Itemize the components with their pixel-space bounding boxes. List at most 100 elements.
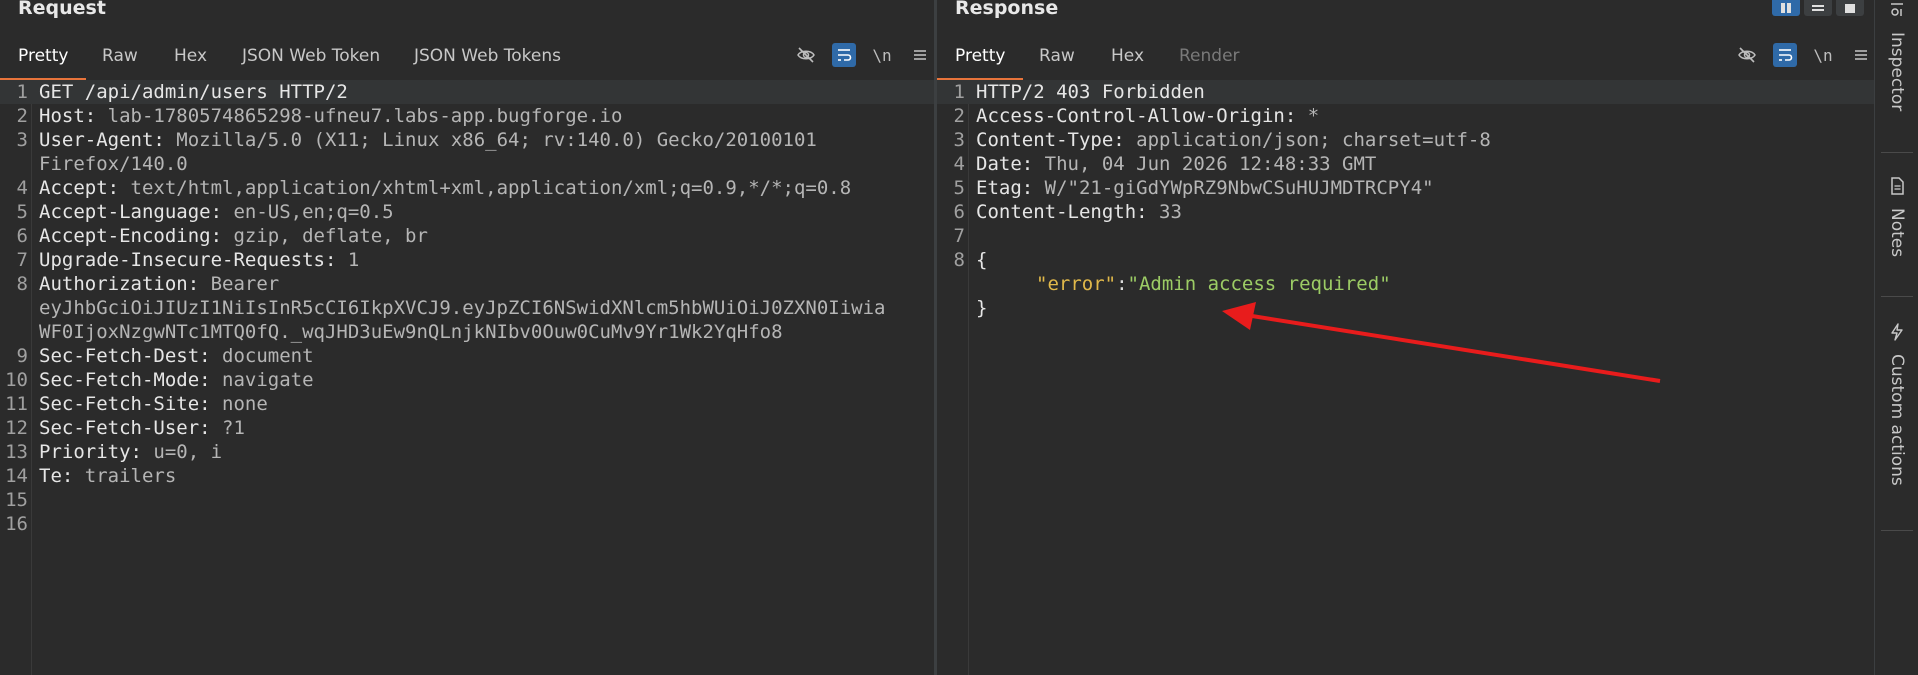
request-tab-pretty[interactable]: Pretty	[0, 38, 87, 81]
line-content: Date: Thu, 04 Jun 2026 12:48:33 GMT	[976, 152, 1376, 176]
response-tab-raw[interactable]: Raw	[1021, 38, 1093, 78]
line-number: 16	[5, 513, 28, 535]
header-name: User-Agent:	[39, 129, 165, 151]
response-toolbar: \n	[1735, 42, 1873, 68]
header-name: GET /api/admin/users HTTP/2	[39, 81, 348, 103]
line-number: 5	[953, 177, 965, 199]
response-editor[interactable]: 1 HTTP/2 403 Forbidden 2 Access-Control-All…	[937, 80, 1874, 675]
line-number: 15	[5, 489, 28, 511]
line-number: 1	[16, 81, 28, 103]
sidebar-label-inspector: Inspector	[1887, 32, 1907, 112]
header-name: Accept:	[39, 177, 120, 199]
sidebar-item-notes[interactable]: Notes	[1875, 176, 1918, 257]
menu-icon[interactable]	[908, 43, 932, 67]
header-value: WF0IjoxNzgwNTc1MTQ0fQ._wqJHD3uEw9nQLnjkN…	[39, 321, 783, 343]
line-content: Sec-Fetch-Mode: navigate	[39, 368, 314, 392]
line-content: Sec-Fetch-User: ?1	[39, 416, 245, 440]
request-tab-raw[interactable]: Raw	[84, 38, 156, 78]
notes-icon	[1891, 177, 1904, 195]
header-value: Mozilla/5.0 (X11; Linux x86_64; rv:140.0…	[164, 129, 817, 151]
request-pane: Request Pretty Raw Hex JSON Web Token JS…	[0, 0, 934, 675]
line-number: 4	[16, 177, 28, 199]
newline-toggle[interactable]: \n	[1811, 43, 1835, 67]
layout-split-horizontal-icon[interactable]	[1804, 0, 1832, 16]
response-tab-hex[interactable]: Hex	[1093, 38, 1162, 78]
line-content: Te: trailers	[39, 464, 176, 488]
code-line: 7	[937, 224, 1874, 248]
line-content: HTTP/2 403 Forbidden	[976, 80, 1205, 104]
header-value: u=0, i	[141, 441, 223, 463]
code-line: 6 Accept-Encoding: gzip, deflate, br	[0, 224, 934, 248]
hide-nonprintable-icon[interactable]	[794, 43, 818, 67]
line-content: User-Agent: Mozilla/5.0 (X11; Linux x86_…	[39, 128, 817, 152]
line-content: Sec-Fetch-Site: none	[39, 392, 268, 416]
line-content: Etag: W/"21-giGdYWpRZ9NbwCSuHUJMDTRCPY4"	[976, 176, 1434, 200]
sidebar-divider	[1881, 530, 1913, 531]
newline-toggle[interactable]: \n	[870, 43, 894, 67]
line-content: Upgrade-Insecure-Requests: 1	[39, 248, 359, 272]
response-tab-render[interactable]: Render	[1161, 38, 1258, 78]
header-value: eyJhbGciOiJIUzI1NiIsInR5cCI6IkpXVCJ9.eyJ…	[39, 297, 886, 319]
code-line: 9 Sec-Fetch-Dest: document	[0, 344, 934, 368]
code-line: 1 GET /api/admin/users HTTP/2	[0, 80, 934, 104]
line-number: 7	[16, 249, 28, 271]
line-content: WF0IjoxNzgwNTc1MTQ0fQ._wqJHD3uEw9nQLnjkN…	[39, 320, 783, 344]
header-name: Accept-Language:	[39, 201, 223, 223]
header-value: W/"21-giGdYWpRZ9NbwCSuHUJMDTRCPY4"	[1033, 177, 1434, 199]
header-name: Priority:	[39, 441, 142, 463]
line-content: Accept: text/html,application/xhtml+xml,…	[39, 176, 851, 200]
sidebar-label-notes: Notes	[1887, 208, 1907, 258]
header-value: *	[1296, 105, 1320, 127]
request-toolbar: \n	[794, 42, 932, 68]
json-colon: :	[1116, 273, 1128, 295]
code-line: 5 Accept-Language: en-US,en;q=0.5	[0, 200, 934, 224]
sidebar-divider	[1881, 296, 1913, 297]
code-line: WF0IjoxNzgwNTc1MTQ0fQ._wqJHD3uEw9nQLnjkN…	[0, 320, 934, 344]
line-number: 5	[16, 201, 28, 223]
code-line: 8{	[937, 248, 1874, 272]
line-content: "error":"Admin access required"	[1036, 272, 1391, 296]
code-line: 10 Sec-Fetch-Mode: navigate	[0, 368, 934, 392]
line-number: 1	[953, 81, 965, 103]
header-name: Sec-Fetch-Mode:	[39, 369, 211, 391]
header-name: Sec-Fetch-Dest:	[39, 345, 211, 367]
header-value: trailers	[73, 465, 177, 487]
wrap-lines-icon[interactable]	[1773, 43, 1797, 67]
inspector-icon	[1891, 3, 1903, 16]
sidebar-item-custom-actions[interactable]: Custom actions	[1875, 322, 1918, 486]
code-line: 4 Date: Thu, 04 Jun 2026 12:48:33 GMT	[937, 152, 1874, 176]
request-tab-json-web-tokens[interactable]: JSON Web Tokens	[396, 38, 579, 78]
request-editor[interactable]: 1 GET /api/admin/users HTTP/2 2 Host: lab-1…	[0, 80, 934, 675]
code-line: 3 Content-Type: application/json; charset…	[937, 128, 1874, 152]
layout-single-icon[interactable]	[1836, 0, 1864, 16]
request-tab-hex[interactable]: Hex	[156, 38, 225, 78]
line-number: 14	[5, 465, 28, 487]
layout-split-vertical-icon[interactable]	[1772, 0, 1800, 16]
request-title: Request	[18, 0, 106, 19]
code-line: 6 Content-Length: 33	[937, 200, 1874, 224]
request-tab-json-web-token[interactable]: JSON Web Token	[224, 38, 398, 78]
code-line: 5 Etag: W/"21-giGdYWpRZ9NbwCSuHUJMDTRCPY4…	[937, 176, 1874, 200]
line-number: 13	[5, 441, 28, 463]
line-content: Accept-Language: en-US,en;q=0.5	[39, 200, 394, 224]
header-value: navigate	[210, 369, 314, 391]
line-content: Host: lab-1780574865298-ufneu7.labs-app.…	[39, 104, 622, 128]
layout-buttons	[1772, 0, 1864, 16]
sidebar-label-custom-actions: Custom actions	[1887, 354, 1907, 486]
code-line: 11 Sec-Fetch-Site: none	[0, 392, 934, 416]
menu-icon[interactable]	[1849, 43, 1873, 67]
line-number: 9	[16, 345, 28, 367]
code-line: 12 Sec-Fetch-User: ?1	[0, 416, 934, 440]
sidebar-item-inspector[interactable]: Inspector	[1875, 0, 1918, 111]
code-line: Firefox/140.0	[0, 152, 934, 176]
response-tabs: Pretty Raw Hex Render	[937, 38, 1874, 81]
header-name: Date:	[976, 153, 1034, 175]
header-value: text/html,application/xhtml+xml,applicat…	[119, 177, 852, 199]
line-content: {	[976, 248, 987, 272]
header-value: lab-1780574865298-ufneu7.labs-app.bugfor…	[96, 105, 623, 127]
header-name: }	[976, 297, 988, 319]
hide-nonprintable-icon[interactable]	[1735, 43, 1759, 67]
wrap-lines-icon[interactable]	[832, 43, 856, 67]
response-tab-pretty[interactable]: Pretty	[937, 38, 1024, 81]
header-name: Etag:	[976, 177, 1034, 199]
